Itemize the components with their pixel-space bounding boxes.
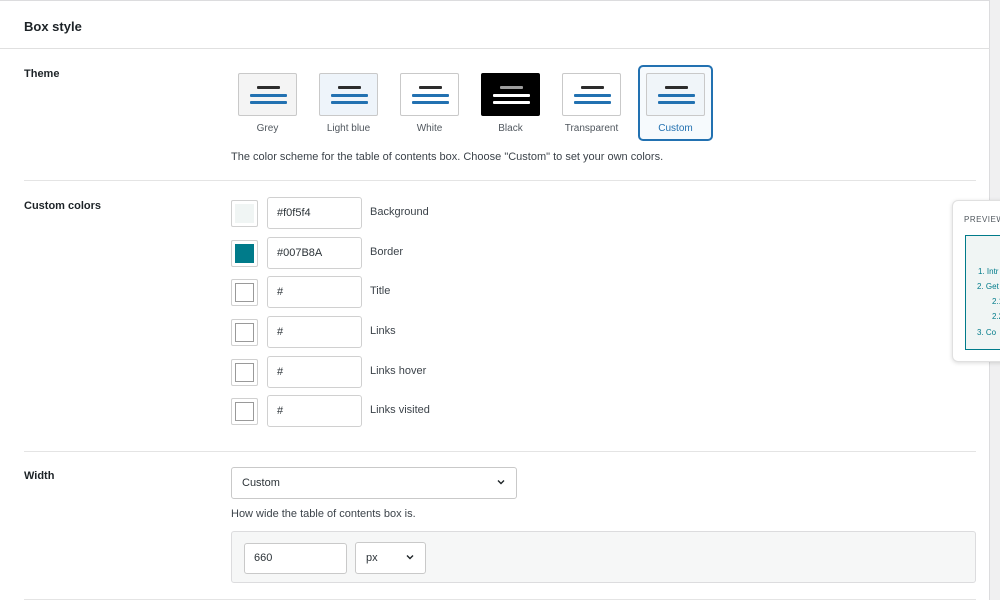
color-swatch-fill	[235, 283, 254, 302]
width-unit-value: px	[366, 552, 378, 564]
chevron-down-icon	[497, 480, 505, 485]
color-swatch-fill	[235, 323, 254, 342]
theme-option-label: Light blue	[326, 123, 371, 134]
width-select-value: Custom	[242, 477, 280, 489]
theme-option-custom[interactable]: Custom	[638, 65, 713, 141]
theme-label: Theme	[24, 68, 60, 80]
preview-toc-link[interactable]: 3. Co	[977, 328, 996, 337]
theme-option-label: Transparent	[564, 123, 619, 134]
theme-option-label: White	[416, 123, 443, 134]
color-hex-input[interactable]: #f0f5f4	[267, 197, 362, 229]
preview-toc-link[interactable]: 1. Intr	[978, 267, 998, 276]
theme-grey-thumbnail	[238, 73, 297, 116]
color-swatch-button[interactable]	[231, 359, 258, 386]
theme-transparent-thumbnail	[562, 73, 621, 116]
color-swatch-button[interactable]	[231, 200, 258, 227]
width-unit-select[interactable]: px	[355, 542, 426, 574]
width-help-text: How wide the table of contents box is.	[231, 508, 416, 520]
theme-option-label: Black	[498, 123, 523, 134]
theme-option-black[interactable]: Black	[473, 65, 554, 141]
color-swatch-fill	[235, 204, 254, 223]
theme-option-white[interactable]: White	[392, 65, 473, 141]
theme-option-transparent[interactable]: Transparent	[554, 65, 635, 141]
theme-option-label: Grey	[256, 123, 279, 134]
color-name-label: Title	[370, 285, 391, 297]
theme-black-thumbnail	[481, 73, 540, 116]
theme-custom-thumbnail	[646, 73, 705, 116]
theme-light-blue-thumbnail	[319, 73, 378, 116]
color-name-label: Links hover	[370, 365, 427, 377]
color-name-label: Background	[370, 206, 429, 218]
preview-toc-link[interactable]: 2.1	[992, 297, 1000, 306]
color-swatch-button[interactable]	[231, 319, 258, 346]
width-value-input[interactable]: 660	[244, 543, 347, 574]
color-name-label: Links	[370, 325, 396, 337]
preview-label: PREVIEW	[964, 215, 1000, 224]
preview-toc-box: 1. Intr 2. Get 2.1 2.2 3. Co	[965, 235, 1000, 350]
chevron-down-icon	[406, 555, 414, 560]
divider	[24, 180, 976, 181]
color-hex-input[interactable]: #	[267, 316, 362, 348]
color-hex-input[interactable]: #007B8A	[267, 237, 362, 269]
color-swatch-button[interactable]	[231, 240, 258, 267]
divider	[24, 451, 976, 452]
custom-colors-label: Custom colors	[24, 200, 102, 212]
color-name-label: Links visited	[370, 404, 430, 416]
color-name-label: Border	[370, 246, 404, 258]
theme-help-text: The color scheme for the table of conten…	[231, 151, 664, 163]
custom-width-box: 660 px	[231, 531, 976, 583]
preview-card: PREVIEW 1. Intr 2. Get 2.1 2.2 3. Co	[952, 200, 1000, 362]
theme-white-thumbnail	[400, 73, 459, 116]
color-swatch-fill	[235, 402, 254, 421]
color-swatch-fill	[235, 363, 254, 382]
color-hex-input[interactable]: #	[267, 276, 362, 308]
color-swatch-fill	[235, 244, 254, 263]
header-divider	[0, 48, 990, 49]
theme-option-light-blue[interactable]: Light blue	[311, 65, 392, 141]
color-hex-input[interactable]: #	[267, 356, 362, 388]
preview-toc-link[interactable]: 2.2	[992, 312, 1000, 321]
width-select[interactable]: Custom	[231, 467, 517, 499]
section-title: Box style	[24, 19, 82, 34]
color-swatch-button[interactable]	[231, 279, 258, 306]
theme-options: Grey Light blue White Black Transparent …	[230, 65, 713, 141]
width-label: Width	[24, 470, 55, 482]
box-style-panel: Box style Theme Grey Light blue White Bl…	[0, 0, 990, 600]
color-swatch-button[interactable]	[231, 398, 258, 425]
color-hex-input[interactable]: #	[267, 395, 362, 427]
preview-toc-link[interactable]: 2. Get	[977, 282, 999, 291]
theme-option-label: Custom	[658, 123, 693, 134]
theme-option-grey[interactable]: Grey	[230, 65, 311, 141]
